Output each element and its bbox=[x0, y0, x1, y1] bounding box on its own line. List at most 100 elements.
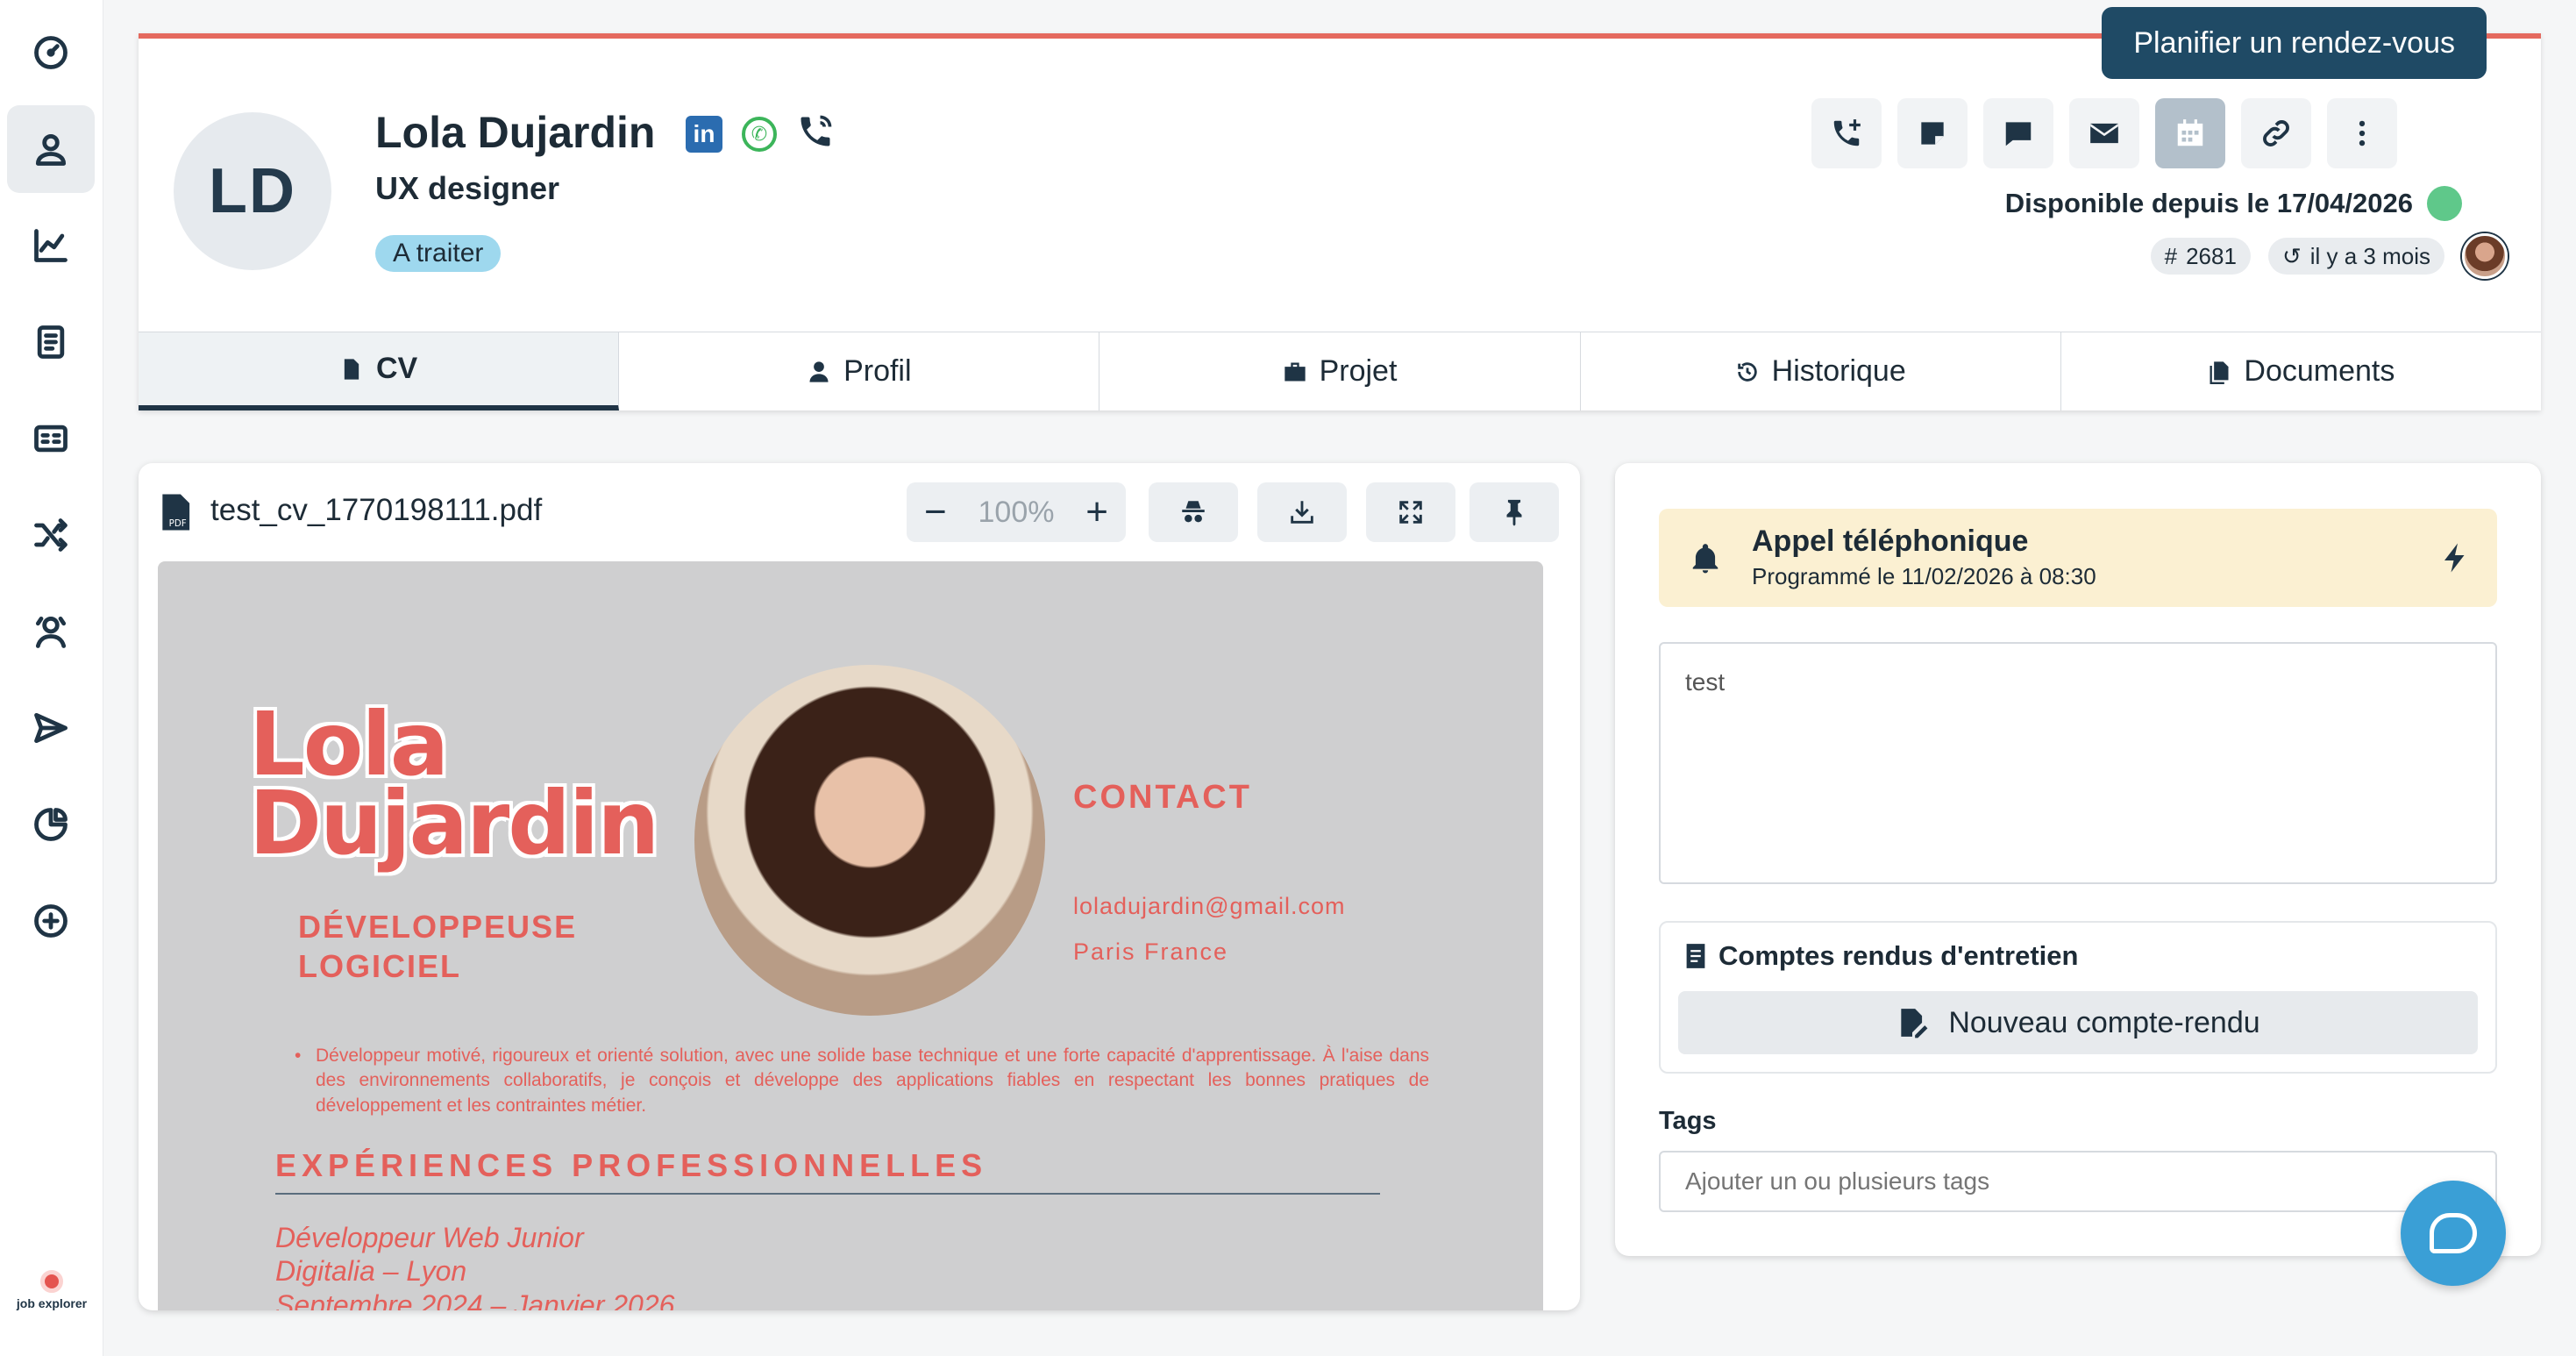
action-toolbar bbox=[1811, 98, 2397, 168]
file-icon bbox=[344, 358, 359, 380]
pin-button[interactable] bbox=[1469, 482, 1559, 542]
message-icon bbox=[2005, 122, 2032, 146]
tooltip: Planifier un rendez-vous bbox=[2102, 7, 2487, 79]
tags-label: Tags bbox=[1659, 1107, 1717, 1135]
hash-icon: # bbox=[2164, 242, 2178, 269]
sidebar-item-matching[interactable] bbox=[7, 491, 95, 579]
cv-summary: Développeur motivé, rigoureux et orienté… bbox=[295, 1044, 1429, 1118]
phone-call-icon[interactable] bbox=[796, 112, 835, 155]
cv-viewer: PDF test_cv_1770198111.pdf − 100% + Lola… bbox=[139, 463, 1580, 1310]
dashboard-icon bbox=[34, 36, 68, 69]
call-title: Appel téléphonique bbox=[1752, 525, 2029, 558]
email-icon bbox=[2090, 123, 2118, 144]
viewer-toolbar: PDF test_cv_1770198111.pdf − 100% + bbox=[139, 463, 1580, 560]
bolt-icon[interactable] bbox=[2439, 539, 2471, 577]
sidebar-item-dashboard[interactable] bbox=[7, 9, 95, 96]
schedule-appointment-button[interactable] bbox=[2155, 98, 2225, 168]
cv-last-name: Dujardin bbox=[249, 772, 659, 874]
chat-icon bbox=[2430, 1213, 2477, 1253]
download-button[interactable] bbox=[1257, 482, 1347, 542]
document-icon bbox=[37, 325, 65, 359]
expand-icon bbox=[1399, 501, 1422, 524]
interview-reports: Comptes rendus d'entretien Nouveau compt… bbox=[1659, 921, 2497, 1074]
tags-input[interactable] bbox=[1659, 1151, 2497, 1212]
app-logo[interactable]: job explorer bbox=[12, 1270, 91, 1312]
tab-profil[interactable]: Profil bbox=[619, 332, 1100, 410]
tab-label: CV bbox=[375, 352, 418, 385]
briefcase-icon bbox=[1284, 362, 1306, 381]
note-button[interactable] bbox=[1897, 98, 1968, 168]
status-badge[interactable]: A traiter bbox=[375, 235, 502, 272]
file-name: test_cv_1770198111.pdf bbox=[210, 493, 543, 527]
owner-avatar[interactable] bbox=[2462, 233, 2508, 279]
tab-projet[interactable]: Projet bbox=[1099, 332, 1581, 410]
availability-dot bbox=[2427, 186, 2462, 221]
whatsapp-icon[interactable]: ✆ bbox=[742, 116, 777, 152]
call-button[interactable] bbox=[1811, 98, 1882, 168]
new-report-button[interactable]: Nouveau compte-rendu bbox=[1678, 991, 2478, 1054]
candidate-header: LD Lola Dujardin in ✆ UX designer A trai… bbox=[139, 7, 2541, 410]
cv-contact-heading: CONTACT bbox=[1073, 779, 1252, 816]
more-icon bbox=[2359, 120, 2366, 146]
sms-button[interactable] bbox=[1983, 98, 2053, 168]
id-chip: # 2681 bbox=[2150, 238, 2251, 275]
pie-chart-icon bbox=[34, 808, 68, 841]
pin-icon bbox=[1506, 499, 1522, 526]
cv-city: Paris France bbox=[1073, 938, 1229, 965]
sidebar-item-billing[interactable] bbox=[7, 395, 95, 482]
documents-icon bbox=[2210, 360, 2229, 384]
activity-panel: Appel téléphonique Programmé le 11/02/20… bbox=[1615, 463, 2541, 1256]
sidebar-item-team[interactable] bbox=[7, 588, 95, 675]
tab-documents[interactable]: Documents bbox=[2061, 332, 2541, 410]
more-button[interactable] bbox=[2327, 98, 2397, 168]
fullscreen-button[interactable] bbox=[1366, 482, 1455, 542]
logo-mark bbox=[40, 1270, 63, 1293]
meta-row: # 2681 ↺ il y a 3 mois bbox=[2150, 233, 2508, 279]
send-icon bbox=[34, 712, 68, 744]
scheduled-call-card[interactable]: Appel téléphonique Programmé le 11/02/20… bbox=[1659, 509, 2497, 607]
cv-name: Lola Dujardin bbox=[249, 701, 659, 874]
pdf-page[interactable]: Lola Dujardin DÉVELOPPEUSE LOGICIEL CONT… bbox=[158, 561, 1543, 1310]
svg-text:PDF: PDF bbox=[169, 518, 187, 529]
bell-icon bbox=[1692, 544, 1719, 574]
cv-exp-dates: Septembre 2024 – Janvier 2026 bbox=[275, 1288, 675, 1310]
note-textarea[interactable]: test bbox=[1659, 642, 2497, 884]
invoice-icon bbox=[34, 425, 68, 453]
cv-role-line2: LOGICIEL bbox=[298, 948, 461, 984]
linkedin-icon[interactable]: in bbox=[686, 115, 722, 153]
sidebar-item-documents[interactable] bbox=[7, 298, 95, 386]
chat-support-button[interactable] bbox=[2401, 1181, 2506, 1286]
anonymize-button[interactable] bbox=[1149, 482, 1238, 542]
zoom-in-button[interactable]: + bbox=[1085, 490, 1108, 534]
cv-exp-company: Digitalia – Lyon bbox=[275, 1255, 467, 1288]
zoom-out-button[interactable]: − bbox=[924, 490, 947, 534]
candidate-id: 2681 bbox=[2186, 242, 2237, 269]
tab-bar: CV Profil Projet Historique Documents bbox=[139, 332, 2541, 410]
sidebar-item-reports[interactable] bbox=[7, 781, 95, 868]
email-button[interactable] bbox=[2069, 98, 2139, 168]
sidebar-item-campaigns[interactable] bbox=[7, 684, 95, 772]
cv-role-line1: DÉVELOPPEUSE bbox=[298, 909, 578, 945]
user-icon bbox=[35, 133, 67, 166]
person-icon bbox=[809, 360, 829, 382]
updated-chip: ↺ il y a 3 mois bbox=[2267, 238, 2444, 275]
sidebar-item-candidates[interactable] bbox=[7, 105, 95, 193]
sidebar-item-add[interactable] bbox=[7, 877, 95, 965]
shuffle-icon bbox=[34, 518, 68, 552]
sidebar-item-stats[interactable] bbox=[7, 202, 95, 289]
tab-label: Profil bbox=[843, 354, 912, 388]
candidate-avatar: LD bbox=[174, 112, 331, 270]
incognito-icon bbox=[1182, 501, 1205, 523]
availability: Disponible depuis le 17/04/2026 bbox=[2005, 186, 2462, 221]
reports-title-text: Comptes rendus d'entretien bbox=[1719, 940, 2079, 971]
note-icon bbox=[1921, 122, 1944, 145]
history-icon bbox=[1737, 361, 1757, 382]
download-icon bbox=[1291, 501, 1313, 524]
cv-experience: Développeur Web Junior Digitalia – Lyon … bbox=[275, 1221, 674, 1310]
link-icon bbox=[2263, 120, 2289, 146]
tab-historique[interactable]: Historique bbox=[1581, 332, 2061, 410]
tab-cv[interactable]: CV bbox=[139, 332, 620, 410]
link-button[interactable] bbox=[2241, 98, 2311, 168]
candidate-job-title: UX designer bbox=[375, 170, 560, 206]
reports-title: Comptes rendus d'entretien bbox=[1685, 940, 2078, 972]
